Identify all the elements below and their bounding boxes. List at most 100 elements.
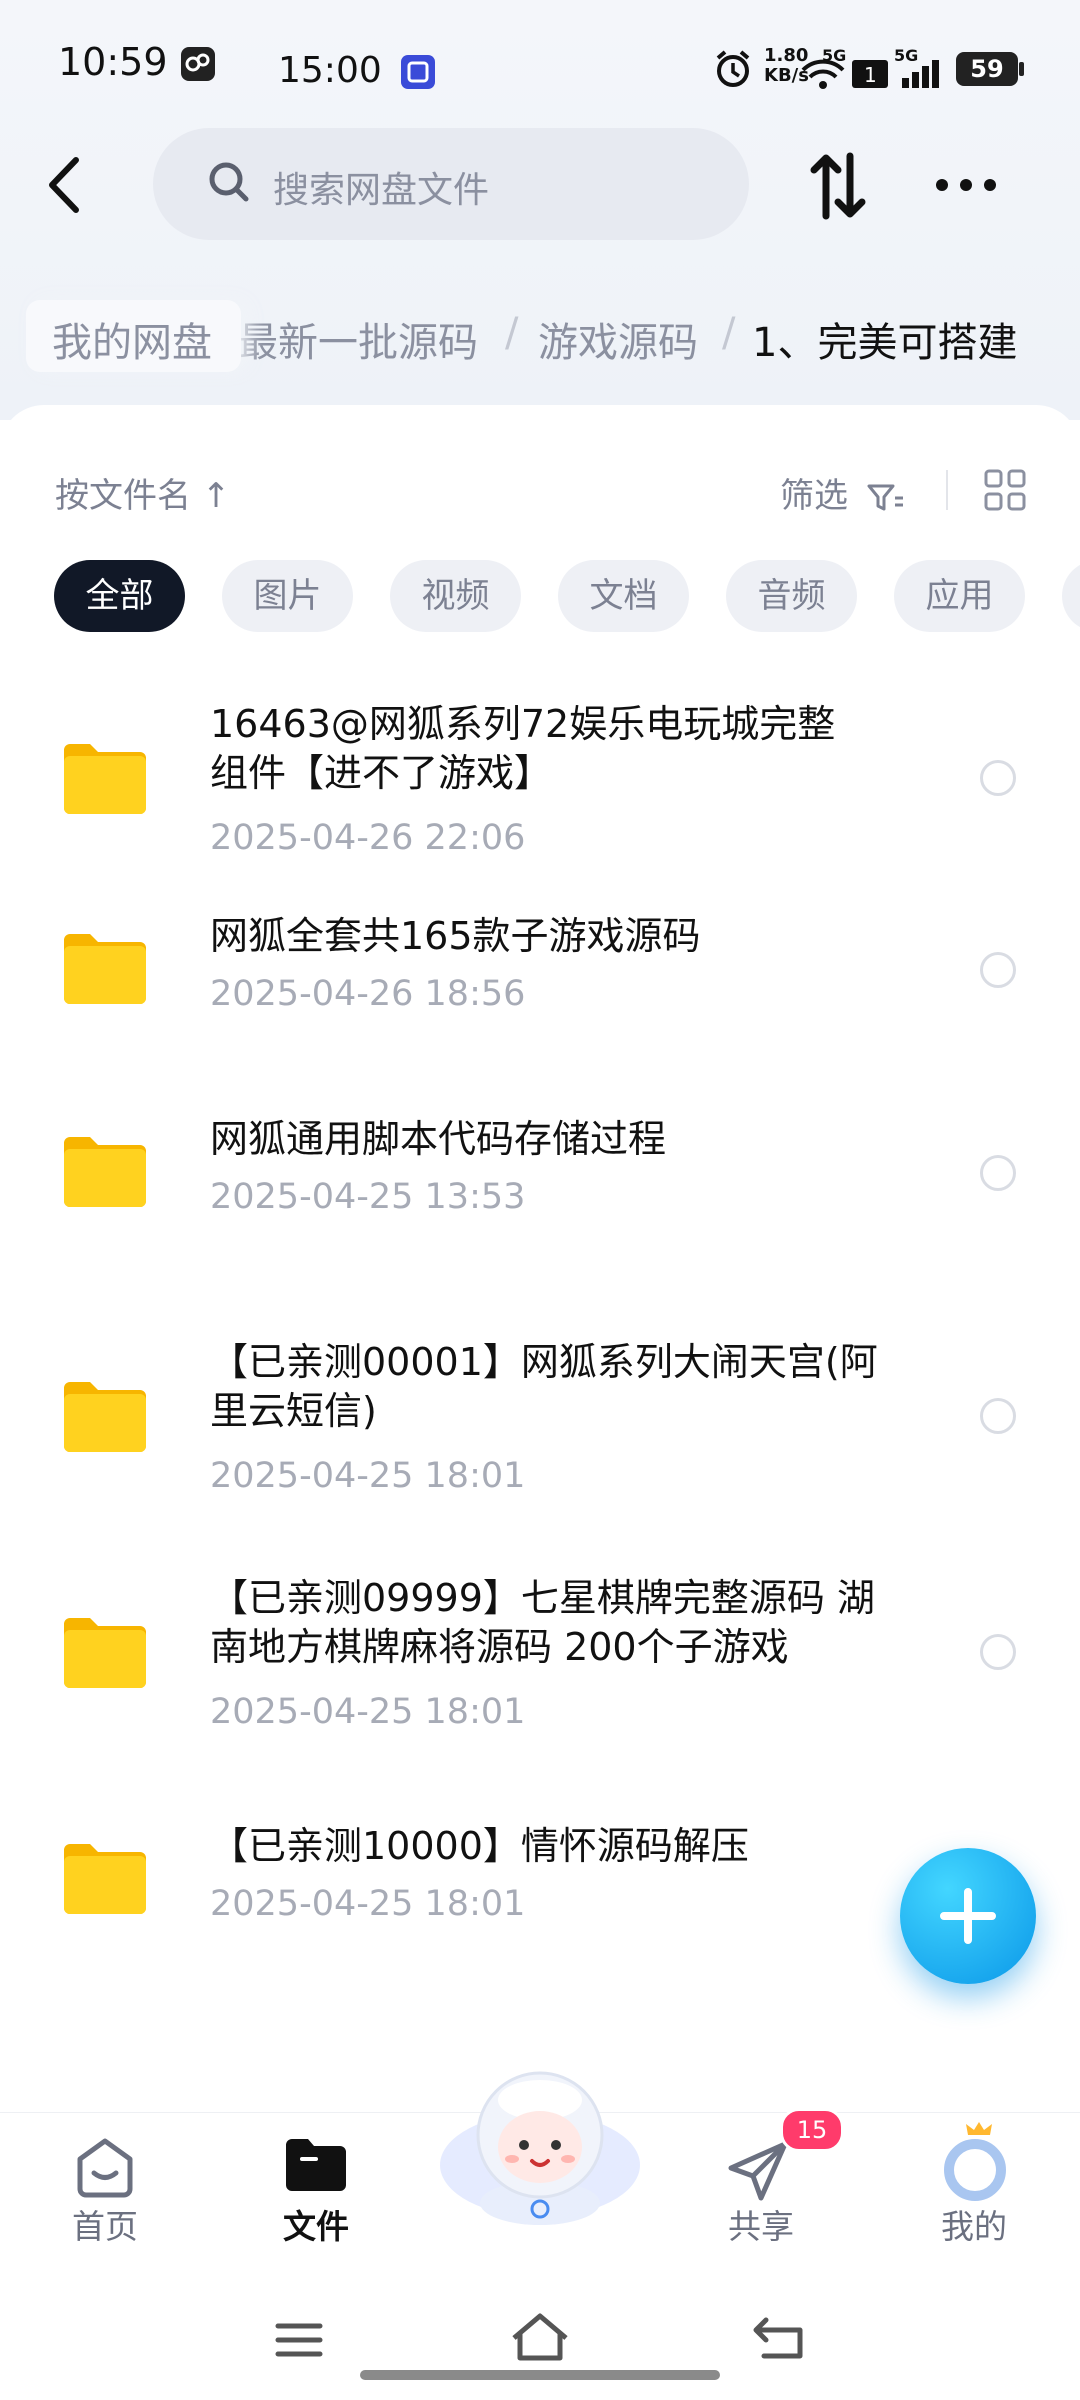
sort-order-button[interactable] [808, 150, 868, 222]
home-face-icon [77, 2138, 133, 2198]
toolbar-divider [946, 470, 948, 510]
chip-apps[interactable]: 应用 [894, 560, 1025, 632]
sort-by-name-button[interactable]: 按文件名 ↑ [55, 468, 230, 517]
alarm-icon [712, 48, 754, 90]
system-back-button[interactable] [752, 2314, 808, 2360]
select-radio[interactable] [980, 1634, 1016, 1670]
battery-level: 59 [970, 55, 1004, 83]
file-name-line-2: 里云短信) [210, 1389, 377, 1433]
select-radio[interactable] [980, 1398, 1016, 1434]
folder-icon [62, 1378, 148, 1454]
home-outline-icon [512, 2313, 568, 2361]
file-row[interactable]: 【已亲测00001】网狐系列大闹天宫(阿 里云短信) 2025-04-25 18… [0, 1338, 1080, 1518]
chip-audio[interactable]: 音频 [726, 560, 857, 632]
file-name-line-2: 组件【进不了游戏】 [210, 751, 553, 795]
folder-icon [62, 740, 148, 816]
file-name: 【已亲测09999】七星棋牌完整源码 湖 南地方棋牌麻将源码 200个子游戏 [210, 1574, 910, 1672]
back-button[interactable] [40, 150, 90, 220]
more-dots-icon [936, 179, 996, 191]
return-arrow-icon [753, 2317, 803, 2359]
nav-mine-label[interactable]: 我的 [914, 2200, 1034, 2248]
chip-videos[interactable]: 视频 [390, 560, 521, 632]
nav-files-label[interactable]: 文件 [256, 2200, 376, 2248]
wifi-icon [800, 58, 846, 90]
gesture-bar [360, 2370, 720, 2380]
file-row[interactable]: 网狐全套共165款子游戏源码 2025-04-26 18:56 [0, 912, 1080, 1022]
battery-icon: 59 [956, 52, 1024, 86]
select-radio[interactable] [980, 1155, 1016, 1191]
breadcrumb-item-game-source[interactable]: 游戏源码 [538, 310, 698, 368]
filter-button[interactable]: 筛选 [780, 468, 905, 517]
file-row[interactable]: 网狐通用脚本代码存储过程 2025-04-25 13:53 [0, 1115, 1080, 1225]
sort-arrow-icon: ↑ [201, 476, 231, 516]
file-name: 网狐全套共165款子游戏源码 [210, 912, 910, 961]
nav-home-label[interactable]: 首页 [45, 2200, 165, 2248]
file-name-line-1: 16463@网狐系列72娱乐电玩城完整 [210, 702, 836, 746]
nav-share-label[interactable]: 共享 [701, 2200, 821, 2248]
nav-share-button[interactable] [725, 2138, 791, 2204]
file-row[interactable]: 【已亲测09999】七星棋牌完整源码 湖 南地方棋牌麻将源码 200个子游戏 2… [0, 1574, 1080, 1754]
signal-bars-icon [900, 58, 946, 88]
folder-icon [62, 1840, 148, 1916]
nav-mine-button[interactable] [935, 2118, 1015, 2208]
folder-icon [62, 930, 148, 1006]
grid-view-icon [984, 469, 1026, 511]
breadcrumb-item-root[interactable]: 我的网盘 [52, 310, 212, 368]
breadcrumb-separator: / [722, 310, 736, 356]
select-radio[interactable] [980, 760, 1016, 796]
search-bar[interactable]: 搜索网盘文件 [153, 128, 749, 240]
menu-lines-icon [275, 2323, 323, 2357]
file-row[interactable]: 16463@网狐系列72娱乐电玩城完整 组件【进不了游戏】 2025-04-26… [0, 700, 1080, 880]
search-placeholder: 搜索网盘文件 [273, 170, 490, 211]
chip-images[interactable]: 图片 [222, 560, 353, 632]
sort-label: 按文件名 [55, 476, 191, 516]
chevron-left-icon [49, 157, 79, 213]
chip-documents[interactable]: 文档 [558, 560, 689, 632]
add-button[interactable] [900, 1848, 1036, 1984]
file-name: 【已亲测00001】网狐系列大闹天宫(阿 里云短信) [210, 1338, 910, 1436]
file-name: 【已亲测10000】情怀源码解压 [210, 1822, 910, 1871]
file-date: 2025-04-25 18:01 [210, 1692, 526, 1732]
breadcrumb-item-latest[interactable]: 最新一批源码 [238, 310, 478, 368]
file-name-line-2: 南地方棋牌麻将源码 200个子游戏 [210, 1625, 789, 1669]
file-name: 网狐通用脚本代码存储过程 [210, 1115, 910, 1164]
breadcrumb-separator: / [505, 310, 519, 356]
file-date: 2025-04-25 18:01 [210, 1456, 526, 1496]
file-name-line-1: 【已亲测00001】网狐系列大闹天宫(阿 [210, 1340, 878, 1384]
file-name-line-1: 【已亲测10000】情怀源码解压 [210, 1824, 749, 1868]
folder-icon [62, 1614, 148, 1690]
select-radio[interactable] [980, 952, 1016, 988]
grid-view-button[interactable] [983, 468, 1027, 512]
folder-icon [62, 1133, 148, 1209]
assistant-mascot-button[interactable] [432, 2055, 648, 2235]
system-menu-button[interactable] [274, 2320, 324, 2360]
status-second-time: 15:00 [278, 50, 382, 91]
signal-icon-1: 1 [852, 58, 888, 88]
paper-plane-icon [728, 2141, 788, 2201]
chip-all[interactable]: 全部 [54, 560, 185, 632]
file-name-line-1: 【已亲测09999】七星棋牌完整源码 湖 [210, 1576, 875, 1620]
svg-text:1: 1 [864, 63, 877, 87]
more-options-button[interactable] [934, 170, 998, 200]
file-date: 2025-04-26 18:56 [210, 974, 526, 1014]
file-name: 16463@网狐系列72娱乐电玩城完整 组件【进不了游戏】 [210, 700, 910, 798]
astronaut-mascot-icon [440, 2071, 640, 2225]
file-date: 2025-04-25 18:01 [210, 1884, 526, 1924]
system-home-button[interactable] [510, 2312, 570, 2362]
nav-home-button[interactable] [70, 2135, 140, 2201]
vpn-app-icon [400, 54, 436, 90]
file-name-line-1: 网狐通用脚本代码存储过程 [210, 1117, 667, 1161]
folder-filled-icon [286, 2139, 346, 2191]
nav-files-button[interactable] [282, 2135, 350, 2195]
file-name-line-1: 网狐全套共165款子游戏源码 [210, 914, 701, 958]
file-date: 2025-04-26 22:06 [210, 818, 526, 858]
plus-icon [940, 1888, 996, 1944]
status-time: 10:59 [58, 40, 168, 84]
breadcrumb-item-current: 1、完美可搭建 [752, 320, 1018, 366]
file-date: 2025-04-25 13:53 [210, 1177, 526, 1217]
share-badge: 15 [780, 2108, 844, 2152]
search-icon [205, 158, 255, 208]
sort-arrows-icon [810, 152, 866, 220]
gallery-app-icon [180, 46, 216, 82]
filter-icon [867, 484, 903, 510]
